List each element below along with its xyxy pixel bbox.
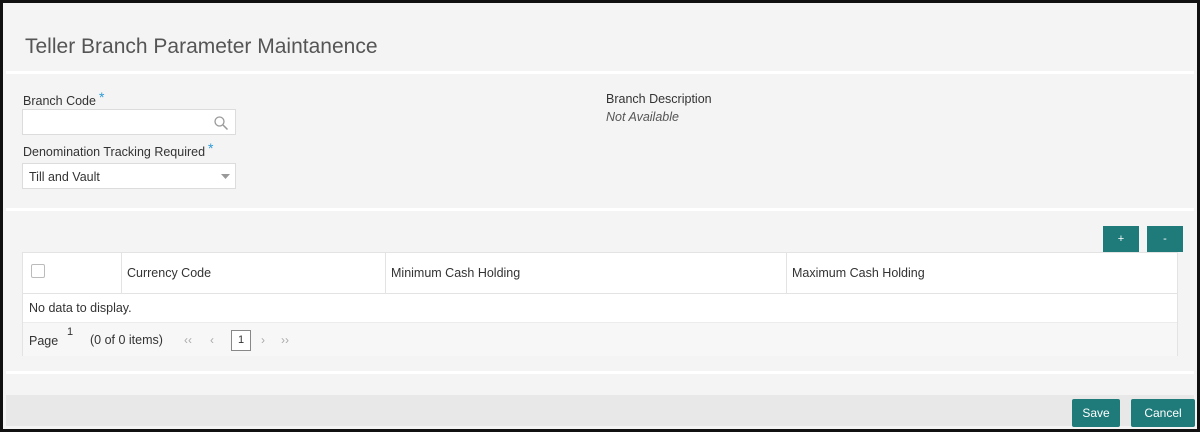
column-divider (786, 253, 787, 294)
app-window: Teller Branch Parameter Maintanence Bran… (0, 0, 1200, 432)
column-divider (385, 253, 386, 294)
data-table: Currency Code Minimum Cash Holding Maxim… (22, 252, 1178, 356)
footer-bar: Save Cancel (6, 395, 1195, 427)
branch-description-label: Branch Description (606, 92, 712, 106)
last-page-icon[interactable]: ›› (281, 333, 289, 347)
branch-code-label: Branch Code * (23, 89, 105, 108)
first-page-icon[interactable]: ‹‹ (184, 333, 192, 347)
form-section: Branch Code * Branch Description Not Avai… (6, 77, 1194, 211)
column-divider (121, 253, 122, 294)
remove-row-button[interactable]: - (1147, 226, 1183, 252)
column-header-currency-code[interactable]: Currency Code (127, 253, 211, 294)
pagination-bar: Page 1 (0 of 0 items) ‹‹ ‹ 1 › ›› (23, 322, 1177, 356)
denomination-tracking-select[interactable]: Till and Vault (22, 163, 236, 189)
column-header-maximum-cash-holding[interactable]: Maximum Cash Holding (792, 253, 925, 294)
page-header: Teller Branch Parameter Maintanence (6, 6, 1194, 74)
page-title: Teller Branch Parameter Maintanence (25, 35, 378, 58)
grid-section: + - Currency Code Minimum Cash Holding M… (6, 214, 1194, 374)
search-icon[interactable] (213, 115, 229, 131)
branch-code-label-text: Branch Code (23, 94, 96, 108)
column-header-minimum-cash-holding[interactable]: Minimum Cash Holding (391, 253, 520, 294)
table-header: Currency Code Minimum Cash Holding Maxim… (23, 253, 1177, 294)
required-marker: * (208, 140, 214, 156)
select-all-checkbox[interactable] (31, 264, 45, 278)
empty-table-message: No data to display. (29, 301, 132, 315)
denomination-tracking-label-text: Denomination Tracking Required (23, 145, 206, 159)
chevron-down-icon[interactable] (221, 174, 230, 180)
prev-page-icon[interactable]: ‹ (210, 333, 214, 347)
save-button[interactable]: Save (1072, 399, 1120, 427)
branch-code-input[interactable] (22, 109, 236, 135)
items-summary: (0 of 0 items) (90, 333, 163, 347)
add-row-button[interactable]: + (1103, 226, 1139, 252)
branch-description-value: Not Available (606, 110, 679, 124)
page-label: Page (29, 334, 59, 348)
denomination-tracking-label: Denomination Tracking Required * (23, 140, 214, 159)
page-number-button[interactable]: 1 (231, 330, 251, 351)
current-page-number: 1 (67, 326, 74, 338)
required-marker: * (98, 89, 105, 105)
cancel-button[interactable]: Cancel (1131, 399, 1195, 427)
denomination-tracking-value: Till and Vault (29, 170, 100, 184)
next-page-icon[interactable]: › (261, 333, 265, 347)
